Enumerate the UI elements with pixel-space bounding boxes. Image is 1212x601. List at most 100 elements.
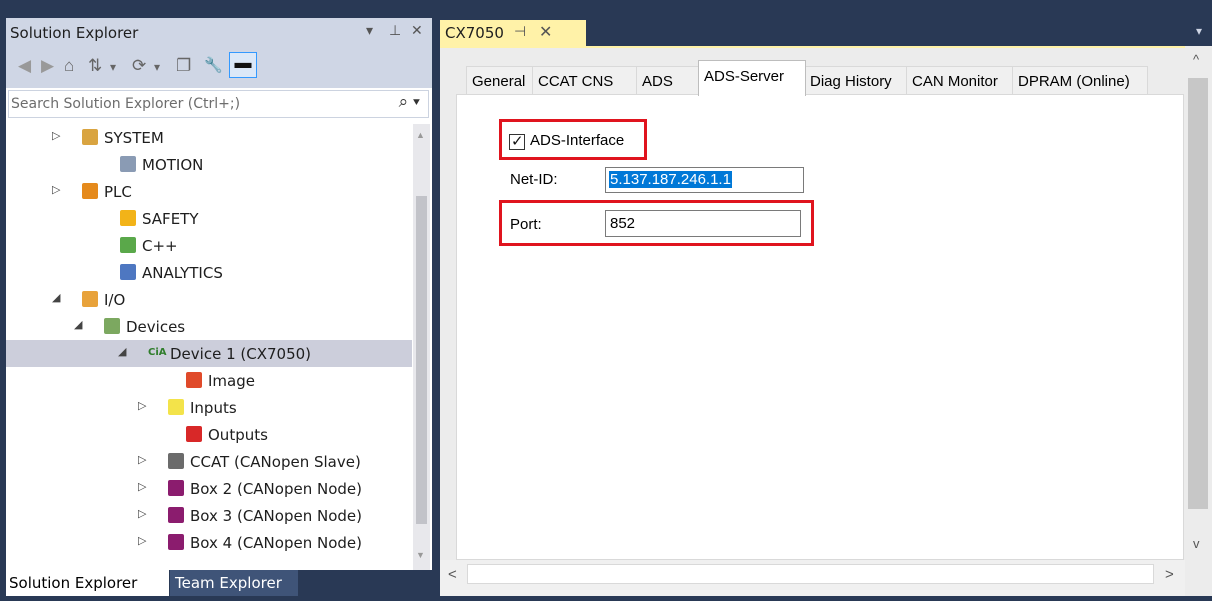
tree-item-label: Outputs: [208, 426, 268, 444]
history-dropdown-icon[interactable]: ▾: [154, 60, 160, 74]
ads-interface-label[interactable]: ADS-Interface: [530, 132, 624, 149]
tree-item[interactable]: ▷ Box 3 (CANopen Node): [6, 502, 412, 529]
ads-server-page: [456, 94, 1184, 560]
scroll-left-icon[interactable]: <: [448, 566, 457, 583]
solution-explorer-title: Solution Explorer: [10, 24, 139, 42]
expand-arrow-icon[interactable]: ▷: [138, 480, 146, 493]
plc-icon: [82, 183, 98, 199]
tab-overflow-icon[interactable]: ▾: [1196, 24, 1210, 38]
close-icon[interactable]: ✕: [411, 22, 423, 39]
expand-arrow-icon[interactable]: ▷: [138, 399, 146, 412]
expand-arrow-icon[interactable]: ▷: [52, 183, 60, 196]
tab-solution-explorer[interactable]: Solution Explorer: [6, 570, 169, 596]
scroll-down-icon[interactable]: v: [1193, 536, 1200, 551]
tab-label: ADS-Server: [704, 68, 785, 85]
tab-label: General: [472, 73, 526, 90]
sync-dropdown-icon[interactable]: ▾: [110, 60, 116, 74]
tab-team-explorer[interactable]: Team Explorer: [170, 570, 298, 596]
tree-item[interactable]: ◢ I/O: [6, 286, 412, 313]
search-icon[interactable]: ⌕ ▾: [399, 92, 420, 112]
checkmark-icon: ✓: [511, 133, 524, 150]
scroll-down-icon[interactable]: ▼: [416, 550, 425, 560]
outputs-icon: [186, 426, 202, 442]
tree-item-label: SAFETY: [142, 210, 199, 228]
net-id-label: Net-ID:: [510, 171, 558, 188]
expand-arrow-icon[interactable]: ▷: [138, 507, 146, 520]
tab-dpram-online[interactable]: DPRAM (Online): [1012, 66, 1148, 95]
tree-item-label: Devices: [126, 318, 186, 336]
tab-ads[interactable]: ADS: [636, 66, 700, 95]
tree-item[interactable]: ◢ Devices: [6, 313, 412, 340]
tab-ccat-cns[interactable]: CCAT CNS: [532, 66, 638, 95]
tree-item[interactable]: ▷ Box 4 (CANopen Node): [6, 529, 412, 556]
tree-item-label: MOTION: [142, 156, 204, 174]
tree-scroll-thumb[interactable]: [416, 196, 427, 524]
page-horizontal-thumb[interactable]: [467, 564, 1154, 584]
tree-item[interactable]: Image: [6, 367, 412, 394]
system-icon: [82, 129, 98, 145]
port-field[interactable]: 852: [605, 210, 801, 237]
tab-general[interactable]: General: [466, 66, 534, 95]
document-tab-label: CX7050: [445, 24, 504, 42]
document-tab-cx7050[interactable]: CX7050 ⊣ ✕: [440, 20, 586, 46]
preview-icon[interactable]: ▬: [229, 52, 257, 78]
cpp-icon: [120, 237, 136, 253]
image-icon: [186, 372, 202, 388]
port-label: Port:: [510, 216, 542, 233]
ccat-icon: [168, 453, 184, 469]
tree-item[interactable]: ANALYTICS: [6, 259, 412, 286]
tree-item-label: SYSTEM: [104, 129, 164, 147]
tree-item[interactable]: SAFETY: [6, 205, 412, 232]
tab-label: CCAT CNS: [538, 73, 614, 90]
properties-icon[interactable]: 🔧: [204, 56, 223, 74]
tree-item[interactable]: Outputs: [6, 421, 412, 448]
pin-icon[interactable]: ⊥: [389, 22, 401, 39]
tab-label: CAN Monitor: [912, 73, 998, 90]
solution-explorer-titlebar: Solution Explorer ▾ ⊥ ✕: [6, 18, 432, 48]
tree-item-label: C++: [142, 237, 178, 255]
tree-item[interactable]: ▷ CCAT (CANopen Slave): [6, 448, 412, 475]
history-icon[interactable]: ⟳: [132, 56, 146, 76]
scroll-right-icon[interactable]: >: [1165, 566, 1174, 583]
tree-item[interactable]: MOTION: [6, 151, 412, 178]
tree-item-label: PLC: [104, 183, 132, 201]
tree-item[interactable]: ▷ PLC: [6, 178, 412, 205]
tab-ads-server[interactable]: ADS-Server: [698, 60, 806, 96]
box-icon: [168, 480, 184, 496]
collapse-arrow-icon[interactable]: ◢: [118, 345, 126, 358]
tree-item-label: ANALYTICS: [142, 264, 223, 282]
window-menu-icon[interactable]: ▾: [366, 22, 373, 39]
safety-icon: [120, 210, 136, 226]
scroll-up-icon[interactable]: ▲: [416, 130, 425, 140]
tree-item[interactable]: ▷ Box 2 (CANopen Node): [6, 475, 412, 502]
io-icon: [82, 291, 98, 307]
back-icon[interactable]: ◀: [18, 56, 31, 76]
tree-item-label: Box 3 (CANopen Node): [190, 507, 362, 525]
expand-arrow-icon[interactable]: ▷: [138, 534, 146, 547]
tab-diag-history[interactable]: Diag History: [804, 66, 908, 95]
tab-solution-explorer-label: Solution Explorer: [9, 574, 138, 592]
forward-icon[interactable]: ▶: [41, 56, 54, 76]
ads-interface-checkbox[interactable]: ✓: [509, 133, 525, 150]
search-solution-explorer-input[interactable]: Search Solution Explorer (Ctrl+;) ⌕ ▾: [8, 90, 429, 118]
collapse-all-icon[interactable]: ❐: [176, 56, 191, 76]
motion-icon: [120, 156, 136, 172]
net-id-value: 5.137.187.246.1.1: [609, 171, 732, 188]
tab-can-monitor[interactable]: CAN Monitor: [906, 66, 1014, 95]
close-tab-icon[interactable]: ✕: [539, 22, 552, 42]
tree-item[interactable]: C++: [6, 232, 412, 259]
home-icon[interactable]: ⌂: [64, 56, 74, 76]
tree-item[interactable]: ◢ CiA Device 1 (CX7050): [6, 340, 412, 367]
tree-item[interactable]: ▷ Inputs: [6, 394, 412, 421]
collapse-arrow-icon[interactable]: ◢: [74, 318, 82, 331]
tab-label: Diag History: [810, 73, 892, 90]
pin-tab-icon[interactable]: ⊣: [514, 23, 526, 40]
tree-item[interactable]: ▷ SYSTEM: [6, 124, 412, 151]
expand-arrow-icon[interactable]: ▷: [52, 129, 60, 142]
page-scroll-thumb[interactable]: [1188, 78, 1208, 509]
collapse-arrow-icon[interactable]: ◢: [52, 291, 60, 304]
net-id-field[interactable]: 5.137.187.246.1.1: [605, 167, 804, 193]
scroll-up-icon[interactable]: ^: [1193, 52, 1199, 67]
expand-arrow-icon[interactable]: ▷: [138, 453, 146, 466]
sync-view-icon[interactable]: ⇅: [88, 56, 102, 76]
